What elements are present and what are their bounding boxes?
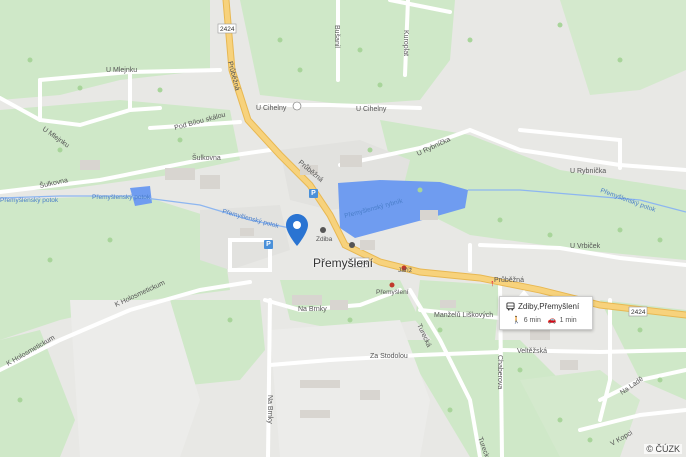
street-label: Chaberova xyxy=(496,355,503,389)
street-label: Bušanil xyxy=(333,25,340,48)
street-label: U Rybníčka xyxy=(570,168,606,175)
car-icon: 🚗 xyxy=(547,317,557,324)
stream-label: Přemyšlenský potok xyxy=(0,197,59,204)
location-pin-icon[interactable] xyxy=(286,214,308,246)
street-label: Průběžná xyxy=(494,276,524,284)
transit-stop-name: Zdiby,Přemyšlení xyxy=(518,302,580,311)
street-label: Šulkovna xyxy=(192,153,221,162)
street-label: Kuroplat xyxy=(402,30,409,56)
parking-icon[interactable]: P xyxy=(309,189,318,198)
street-label: Veltěžská xyxy=(517,348,547,355)
svg-text:2424: 2424 xyxy=(220,26,235,33)
svg-text:2424: 2424 xyxy=(631,309,646,316)
map-viewport[interactable]: 2424 2424 2424 U Mlejnku U Mlejnku Bušan… xyxy=(0,0,686,457)
bus-icon xyxy=(506,302,515,311)
poi-icon[interactable] xyxy=(389,282,395,288)
walk-icon: 🚶 xyxy=(512,317,521,324)
street-label: Za Stodolou xyxy=(370,353,408,360)
road-shield: 2424 xyxy=(217,23,237,34)
walk-time: 6 min xyxy=(523,316,541,324)
street-label: Na Brnky xyxy=(266,395,273,424)
street-label: U Vrbiček xyxy=(570,243,601,250)
map-copyright: © ČÚZK xyxy=(644,444,682,454)
poi-icon[interactable] xyxy=(320,227,326,233)
street-label: U Mlejnku xyxy=(106,67,137,74)
car-time: 1 min xyxy=(559,316,577,324)
transit-stop-card[interactable]: Zdiby,Přemyšlení 🚶 6 min 🚗 1 min xyxy=(499,296,593,330)
poi-label: Zdiba xyxy=(316,236,333,243)
village-label: Přemyšlení xyxy=(313,256,374,270)
poi-label: Jaříž xyxy=(398,267,413,274)
street-label: Manželů Liškových xyxy=(434,311,493,319)
stream-label: Přemyšlenský potok xyxy=(92,194,151,201)
poi-label: Přemyšlení xyxy=(376,289,409,296)
street-label: U Cihelny xyxy=(356,106,387,113)
street-label: U Cihelny xyxy=(256,105,287,112)
poi-icon[interactable] xyxy=(349,242,355,248)
street-label: Na Brnky xyxy=(298,306,327,313)
road-shield: 2424 xyxy=(628,306,648,317)
poi-icon[interactable] xyxy=(292,101,302,111)
transit-arrow-icon: ↑ xyxy=(490,278,495,288)
map-base-layer: 2424 2424 2424 U Mlejnku U Mlejnku Bušan… xyxy=(0,0,686,457)
parking-icon[interactable]: P xyxy=(264,240,273,249)
